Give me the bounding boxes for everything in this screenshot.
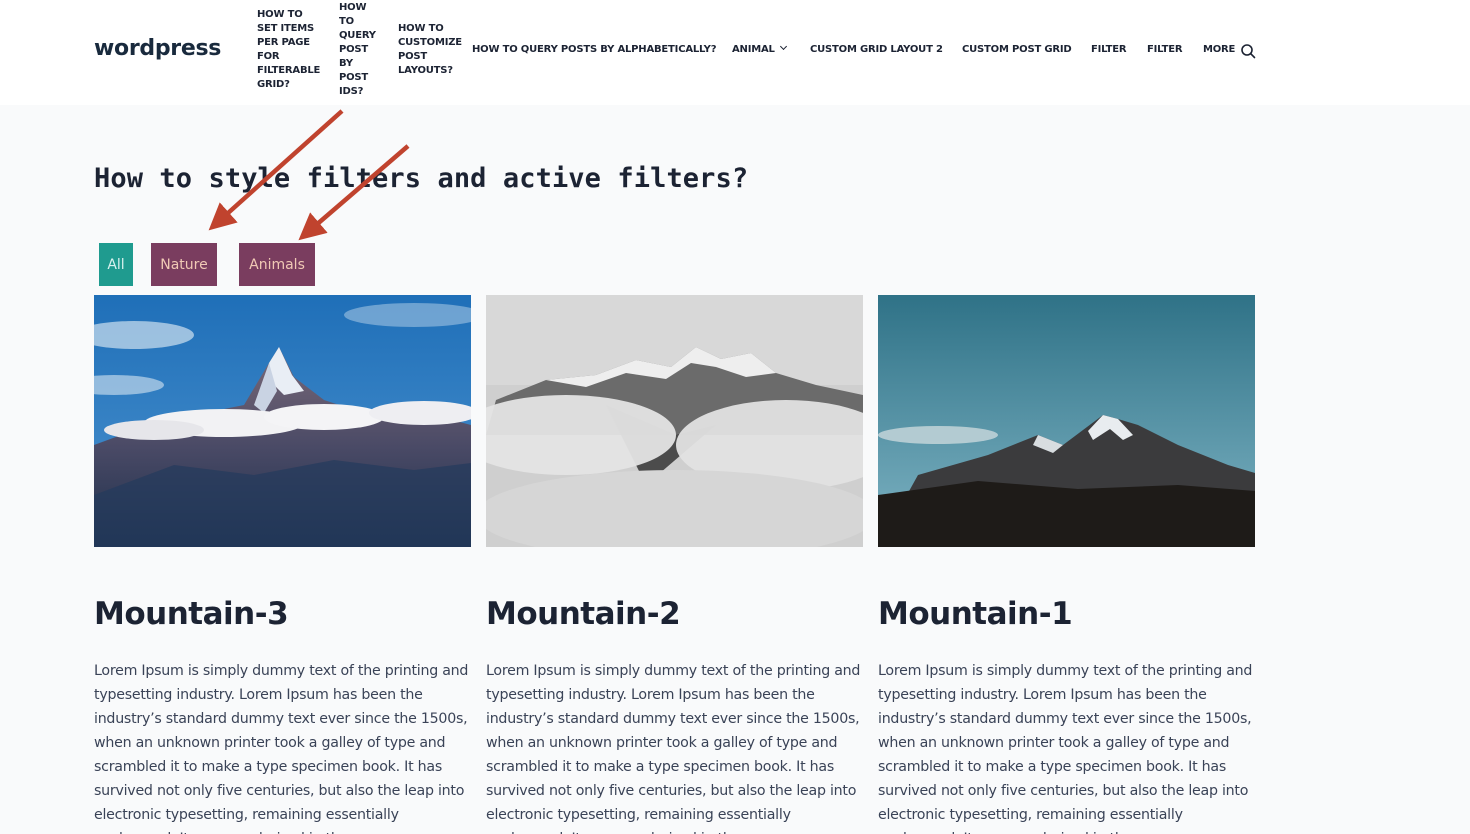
- card-image-mountain-2[interactable]: [486, 295, 863, 547]
- nav-line: HOW TO: [398, 23, 444, 34]
- card-excerpt: Lorem Ipsum is simply dummy text of the …: [486, 663, 861, 834]
- nav-line: HOW TO: [257, 9, 303, 20]
- filter-all-button[interactable]: All: [99, 243, 133, 286]
- nav-line: BY: [339, 58, 353, 69]
- nav-item-customize-layouts[interactable]: HOW TO CUSTOMIZE POST LAYOUTS?: [398, 22, 462, 78]
- card-title[interactable]: Mountain-1: [878, 596, 1073, 632]
- card-image-mountain-3[interactable]: [94, 295, 471, 547]
- card-excerpt: Lorem Ipsum is simply dummy text of the …: [878, 663, 1253, 834]
- filter-animals-button[interactable]: Animals: [239, 243, 315, 286]
- nav-line: TO: [339, 16, 354, 27]
- card-title[interactable]: Mountain-2: [486, 596, 681, 632]
- nav-item-more[interactable]: More: [1203, 43, 1235, 57]
- nav-line: FILTERABLE: [257, 65, 321, 76]
- nav-item-animal[interactable]: Animal: [732, 42, 787, 57]
- nav-item-custom-grid-layout-2[interactable]: Custom Grid Layout 2: [810, 43, 943, 57]
- nav-line: CUSTOMIZE: [398, 37, 462, 48]
- nav-line: IDS?: [339, 86, 364, 97]
- nav-item-query-post-ids[interactable]: HOW TO QUERY POST BY POST IDS?: [339, 1, 376, 99]
- nav-line: POST: [339, 44, 369, 55]
- nav-item-filter-2[interactable]: Filter: [1147, 43, 1183, 57]
- nav-line: GRID?: [257, 79, 290, 90]
- nav-line: QUERY: [339, 30, 376, 41]
- nav-item-label: Animal: [732, 44, 775, 55]
- site-logo[interactable]: wordpress: [94, 36, 221, 61]
- nav-item-alphabetical[interactable]: How to query posts by alphabetically?: [472, 43, 717, 57]
- card-title[interactable]: Mountain-3: [94, 596, 289, 632]
- nav-line: PER PAGE: [257, 37, 310, 48]
- nav-line: POST: [339, 72, 369, 83]
- nav-line: HOW: [339, 2, 367, 13]
- page-title: How to style filters and active filters?: [94, 163, 749, 194]
- nav-line: POST: [398, 51, 428, 62]
- filter-nature-button[interactable]: Nature: [151, 243, 217, 286]
- nav-line: LAYOUTS?: [398, 65, 453, 76]
- nav-item-items-per-page[interactable]: HOW TO SET ITEMS PER PAGE FOR FILTERABLE…: [257, 8, 320, 92]
- site-header: wordpress HOW TO SET ITEMS PER PAGE FOR …: [0, 0, 1470, 105]
- card-image-mountain-1[interactable]: [878, 295, 1255, 547]
- nav-line: SET ITEMS: [257, 23, 315, 34]
- nav-line: FOR: [257, 51, 280, 62]
- search-icon[interactable]: [1240, 43, 1256, 59]
- card-excerpt: Lorem Ipsum is simply dummy text of the …: [94, 663, 469, 834]
- nav-item-custom-post-grid[interactable]: Custom Post Grid: [962, 43, 1072, 57]
- chevron-down-icon: [779, 42, 787, 51]
- nav-item-filter-1[interactable]: Filter: [1091, 43, 1127, 57]
